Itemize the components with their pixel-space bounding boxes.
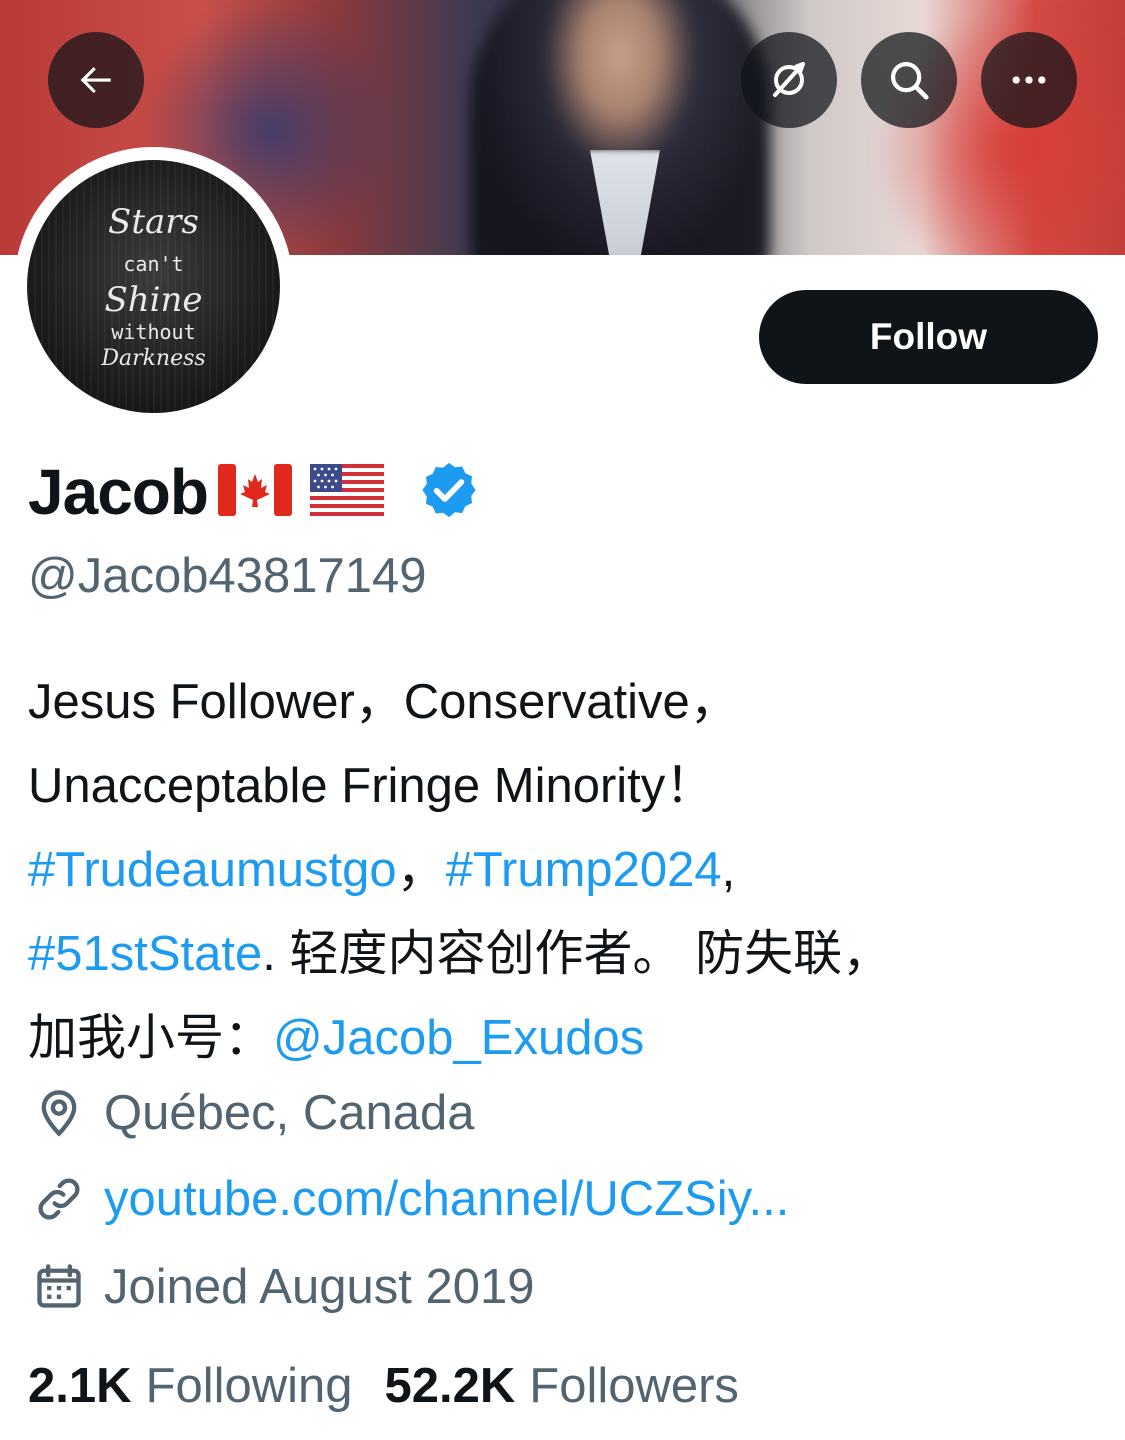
followers-count: 52.2K	[384, 1359, 516, 1413]
avatar-text-line: Shine	[104, 280, 203, 320]
followers-link[interactable]: 52.2K Followers	[385, 1358, 739, 1414]
bio-line: #Trudeaumustgo，#Trump2024,	[28, 828, 1098, 912]
bio-line: Jesus Follower，Conservative，	[28, 675, 739, 729]
avatar-text-line: Darkness	[101, 346, 206, 371]
us-flag-icon	[309, 463, 384, 521]
canada-flag-icon	[217, 463, 292, 521]
avatar[interactable]: Stars can't Shine without Darkness	[27, 160, 280, 413]
joined-text: Joined August 2019	[104, 1260, 535, 1314]
verified-badge-icon[interactable]	[418, 459, 480, 526]
more-icon	[1012, 76, 1046, 84]
profile-name-row: Jacob	[28, 456, 480, 528]
avatar-text-line: Stars	[108, 202, 199, 242]
display-name: Jacob	[28, 456, 209, 528]
mention-link[interactable]: @Jacob_Exudos	[273, 1011, 644, 1065]
follow-button[interactable]: Follow	[759, 290, 1098, 384]
profile-bio: Jesus Follower，Conservative， Unacceptabl…	[28, 660, 1098, 1080]
location-text: Québec, Canada	[104, 1086, 475, 1140]
location-row: Québec, Canada	[30, 1084, 475, 1142]
bio-line: Unacceptable Fringe Minority！	[28, 759, 715, 813]
calendar-icon	[30, 1258, 88, 1316]
following-count: 2.1K	[28, 1359, 132, 1413]
bio-separator: ，	[396, 843, 446, 897]
profile-handle: @Jacob43817149	[28, 549, 427, 603]
following-link[interactable]: 2.1K Following	[28, 1358, 353, 1414]
bio-separator: ,	[721, 843, 736, 897]
bio-line: #51stState. 轻度内容创作者。 防失联，	[28, 912, 1098, 996]
notifications-button[interactable]	[741, 32, 837, 128]
back-button[interactable]	[48, 32, 144, 128]
website-link[interactable]: youtube.com/channel/UCZSiy...	[104, 1171, 789, 1227]
joined-row: Joined August 2019	[30, 1258, 534, 1316]
arrow-left-icon	[80, 67, 111, 94]
more-button[interactable]	[981, 32, 1077, 128]
hashtag-link[interactable]: #Trudeaumustgo	[28, 843, 397, 897]
following-label: Following	[145, 1359, 353, 1413]
search-icon	[890, 61, 929, 100]
location-pin-icon	[30, 1084, 88, 1142]
follow-stats: 2.1K Following 52.2K Followers	[28, 1358, 739, 1414]
website-row: youtube.com/channel/UCZSiy...	[30, 1170, 789, 1228]
link-icon	[30, 1170, 88, 1228]
notifications-off-icon	[773, 62, 805, 97]
hashtag-link[interactable]: #Trump2024	[446, 843, 722, 897]
bio-text: 加我小号：	[28, 1011, 274, 1065]
followers-label: Followers	[529, 1359, 739, 1413]
bio-text: . 轻度内容创作者。 防失联，	[262, 927, 892, 981]
bio-line: 加我小号：@Jacob_Exudos	[28, 996, 1098, 1080]
avatar-text-line: can't	[123, 252, 184, 276]
avatar-text-line: without	[111, 320, 196, 344]
search-button[interactable]	[861, 32, 957, 128]
hashtag-link[interactable]: #51stState	[28, 927, 262, 981]
